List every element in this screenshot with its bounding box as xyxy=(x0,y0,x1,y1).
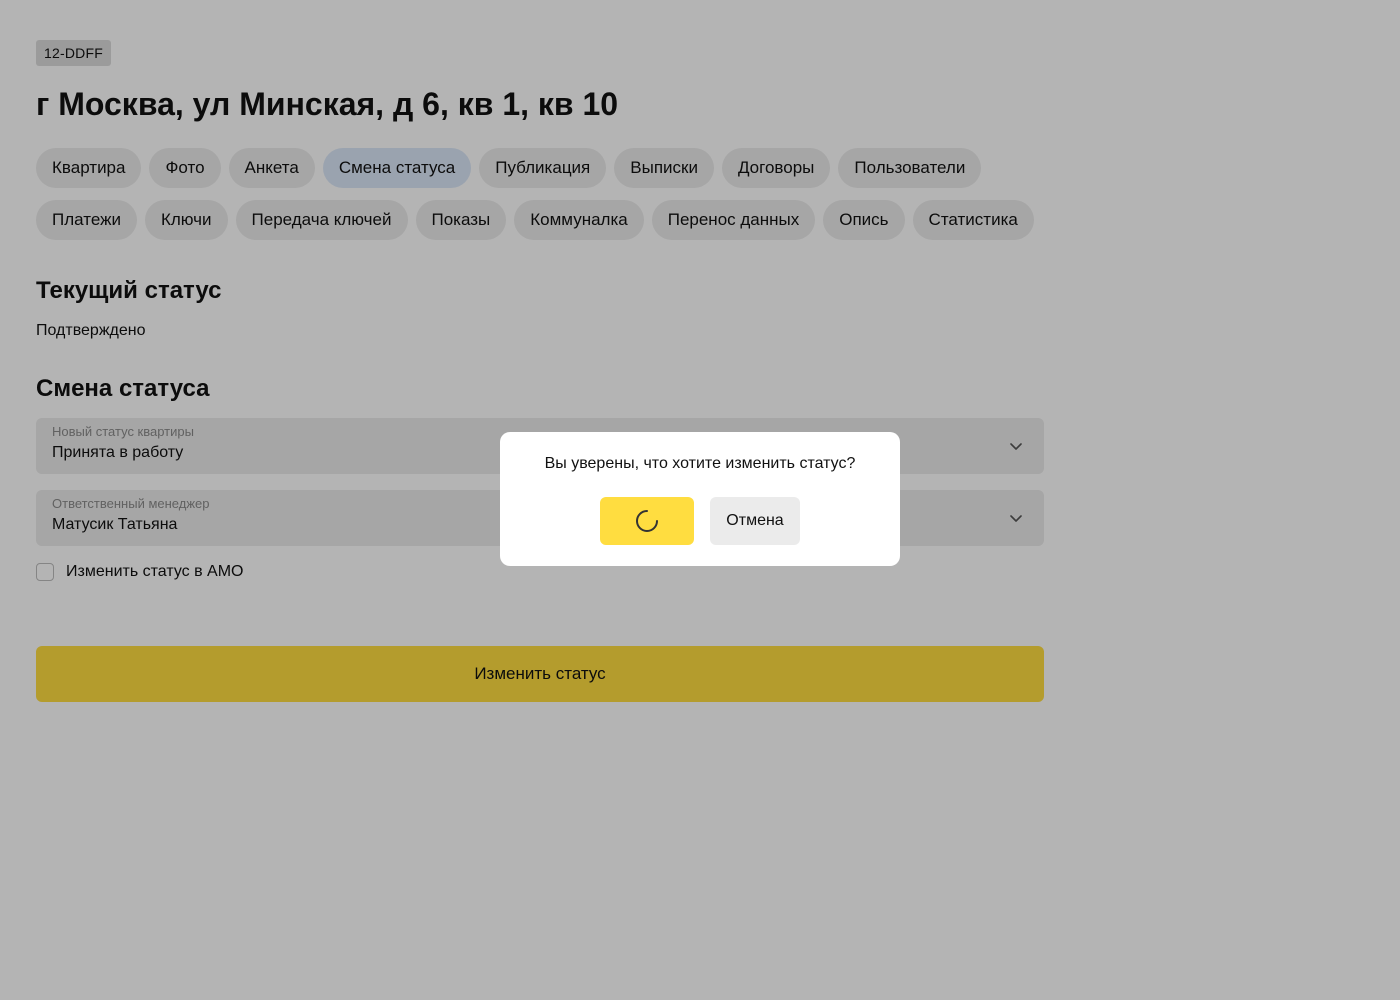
confirm-button[interactable] xyxy=(600,497,694,545)
cancel-button[interactable]: Отмена xyxy=(710,497,800,545)
loading-spinner-icon xyxy=(636,510,658,532)
confirm-dialog-message: Вы уверены, что хотите изменить статус? xyxy=(544,455,856,472)
confirm-dialog: Вы уверены, что хотите изменить статус? … xyxy=(500,432,900,566)
confirm-dialog-actions: Отмена xyxy=(500,497,900,545)
